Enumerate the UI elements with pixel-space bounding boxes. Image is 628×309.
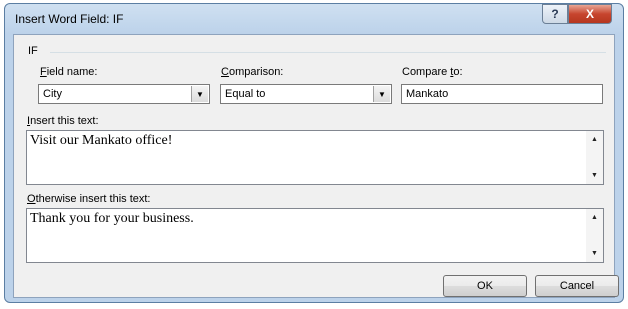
group-divider [50,52,606,53]
scroll-down-icon[interactable]: ▼ [586,245,603,262]
scroll-down-icon[interactable]: ▼ [586,167,603,184]
comparison-combo[interactable]: Equal to ▼ [220,84,392,104]
dialog-window: Insert Word Field: IF ? X IF Field name:… [4,3,624,303]
close-icon: X [585,7,594,21]
field-name-combo[interactable]: City ▼ [38,84,210,104]
compare-to-value: Mankato [406,88,449,100]
dropdown-arrow-icon[interactable]: ▼ [373,86,390,102]
scroll-up-icon[interactable]: ▲ [586,209,603,226]
otherwise-text-label: Otherwise insert this text: [27,193,151,205]
insert-text-label: Insert this text: [27,115,99,127]
ok-button[interactable]: OK [443,275,527,297]
title-bar[interactable]: Insert Word Field: IF ? X [5,4,623,34]
scroll-up-icon[interactable]: ▲ [586,131,603,148]
field-name-label: Field name: [40,66,98,78]
help-button[interactable]: ? [542,4,568,24]
otherwise-text-scrollbar[interactable]: ▲ ▼ [586,209,603,262]
comparison-label: Comparison: [221,66,284,78]
otherwise-text-area[interactable]: Thank you for your business. ▲ ▼ [26,208,604,263]
compare-to-label: Compare to: [402,66,463,78]
group-label-if: IF [28,45,38,57]
insert-text-value: Visit our Mankato office! [30,133,173,148]
compare-to-input[interactable]: Mankato [401,84,603,104]
cancel-button[interactable]: Cancel [535,275,619,297]
insert-text-area[interactable]: Visit our Mankato office! ▲ ▼ [26,130,604,185]
dropdown-arrow-icon[interactable]: ▼ [191,86,208,102]
window-title: Insert Word Field: IF [15,12,124,26]
dialog-body: IF Field name: City ▼ Comparison: Equal … [13,34,619,298]
field-name-value: City [43,88,62,100]
insert-text-scrollbar[interactable]: ▲ ▼ [586,131,603,184]
help-icon: ? [551,7,559,21]
otherwise-text-value: Thank you for your business. [30,211,194,226]
close-button[interactable]: X [568,4,612,24]
comparison-value: Equal to [225,88,266,100]
